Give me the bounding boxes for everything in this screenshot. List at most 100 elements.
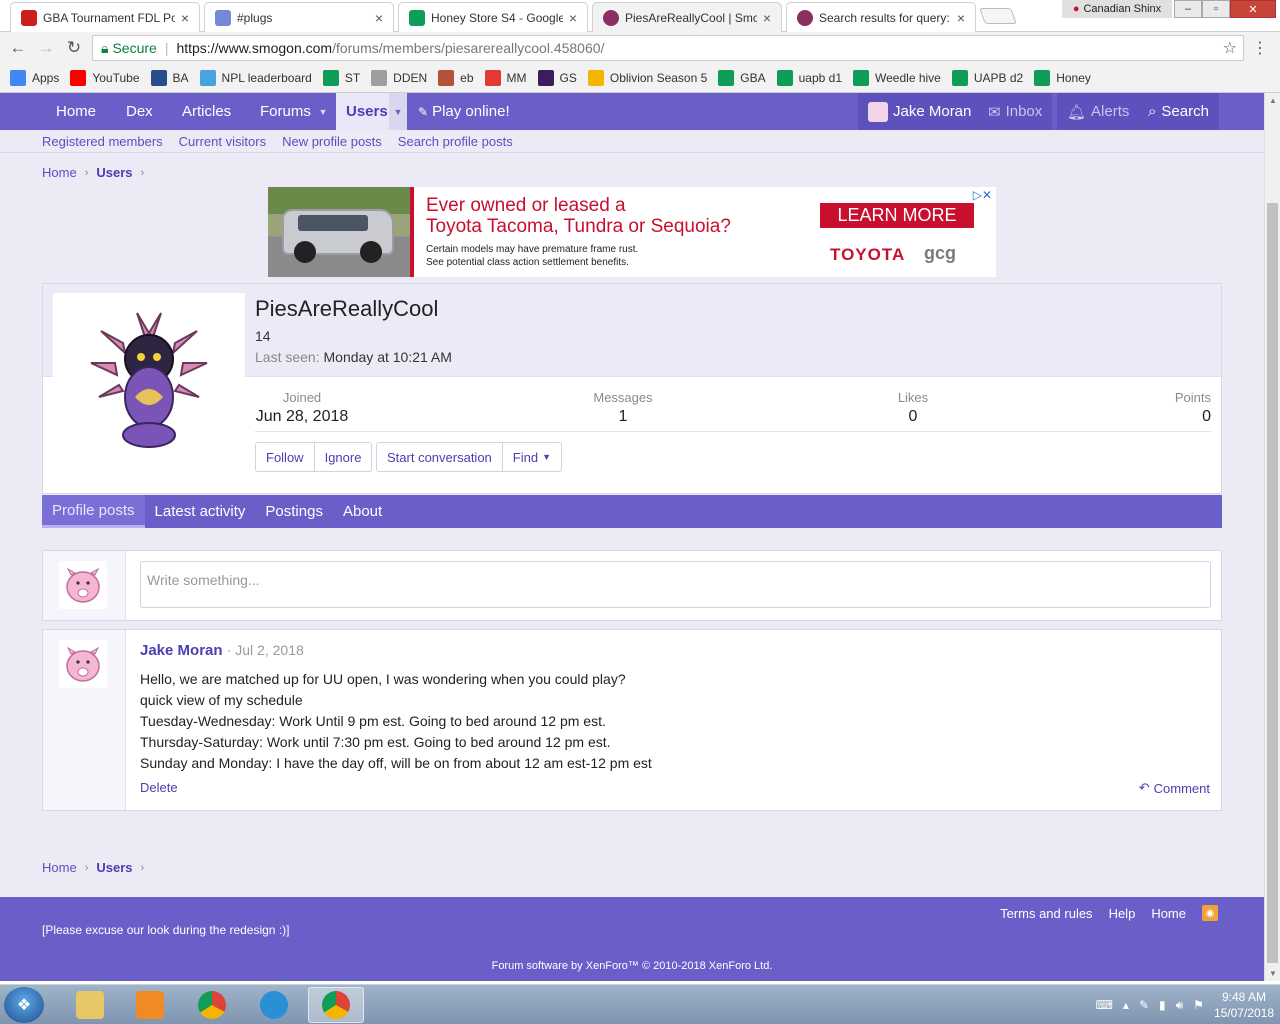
taskbar-media-player[interactable] [122, 987, 178, 1023]
taskbar-explorer[interactable] [62, 987, 118, 1023]
subnav-registered-members[interactable]: Registered members [42, 134, 163, 149]
bookmark-star-icon[interactable]: ☆ [1223, 38, 1237, 58]
close-tab-icon[interactable]: × [181, 10, 189, 26]
back-arrow-icon[interactable]: ← [4, 34, 32, 62]
bookmark-item[interactable]: Honey [1034, 70, 1091, 86]
nav-dex[interactable]: Dex [116, 93, 163, 130]
stat-points[interactable]: Points 0 [1165, 390, 1221, 426]
footer-copyright[interactable]: Forum software by XenForo™ © 2010-2018 X… [0, 960, 1264, 972]
nav-alerts[interactable]: 🔔︎ Alerts [1057, 93, 1140, 130]
write-something-input[interactable]: Write something... [140, 561, 1211, 608]
clock[interactable]: 9:48 AM 15/07/2018 [1214, 989, 1274, 1021]
bookmark-item[interactable]: UAPB d2 [951, 70, 1023, 86]
bookmark-item[interactable]: MM [484, 70, 527, 86]
ad-learn-more-button[interactable]: LEARN MORE [820, 203, 974, 228]
bookmark-item[interactable]: eb [438, 70, 474, 86]
forums-dropdown-icon[interactable]: ▼ [314, 93, 332, 130]
show-hidden-icons-icon[interactable]: ▴ [1123, 998, 1129, 1012]
browser-tab[interactable]: #plugs × [204, 2, 394, 32]
minimize-button[interactable]: – [1174, 0, 1202, 18]
scroll-up-icon[interactable]: ▲ [1269, 96, 1277, 105]
subnav-current-visitors[interactable]: Current visitors [179, 134, 266, 149]
browser-tab[interactable]: Honey Store S4 - Google × [398, 2, 588, 32]
tab-about[interactable]: About [333, 495, 392, 528]
stat-messages[interactable]: Messages 1 [583, 390, 663, 426]
close-tab-icon[interactable]: × [375, 10, 383, 26]
nav-user-account[interactable]: Jake Moran [858, 93, 982, 130]
bookmark-item[interactable]: GS [537, 70, 577, 86]
profile-avatar[interactable] [53, 293, 245, 485]
nav-home[interactable]: Home [46, 93, 106, 130]
action-center-icon[interactable]: ⚑ [1193, 998, 1204, 1012]
network-icon[interactable]: ▮ [1159, 998, 1166, 1012]
browser-tab-active[interactable]: PiesAreReallyCool | Smog × [592, 2, 782, 32]
post-author-name[interactable]: Jake Moran [140, 642, 223, 659]
bookmark-item[interactable]: YouTube [70, 70, 140, 86]
tab-postings[interactable]: Postings [255, 495, 333, 528]
tab-profile-posts[interactable]: Profile posts [42, 495, 145, 528]
breadcrumb-home[interactable]: Home [42, 860, 77, 875]
footer-help-link[interactable]: Help [1109, 906, 1136, 921]
start-button[interactable]: ❖ [4, 987, 44, 1023]
follow-button[interactable]: Follow [255, 442, 315, 472]
menu-kebab-icon[interactable]: ⋮ [1252, 38, 1268, 58]
rss-icon[interactable]: ◉ [1202, 905, 1218, 921]
bookmark-item[interactable]: uapb d1 [776, 70, 842, 86]
maximize-button[interactable]: ▫ [1202, 0, 1230, 18]
current-user-avatar[interactable] [59, 561, 107, 609]
nav-users[interactable]: Users [336, 93, 390, 130]
keyboard-icon[interactable]: ⌨ [1096, 998, 1113, 1012]
taskbar-internet-explorer[interactable] [246, 987, 302, 1023]
breadcrumb-users[interactable]: Users [96, 165, 132, 180]
nav-search[interactable]: ⌕ Search [1138, 93, 1219, 130]
breadcrumb-users[interactable]: Users [96, 860, 132, 875]
browser-profile-badge[interactable]: ● Canadian Shinx [1062, 0, 1172, 18]
find-button[interactable]: Find ▼ [502, 442, 562, 472]
nav-play-online[interactable]: ✎ Play online! [408, 93, 520, 130]
close-tab-icon[interactable]: × [763, 10, 771, 26]
subnav-search-profile-posts[interactable]: Search profile posts [398, 134, 513, 149]
forward-arrow-icon[interactable]: → [32, 34, 60, 62]
bookmark-item[interactable]: GBA [718, 70, 766, 86]
browser-tab[interactable]: GBA Tournament FDL Po × [10, 2, 200, 32]
secure-indicator[interactable]: 🔒︎ Secure [101, 40, 157, 57]
nav-articles[interactable]: Articles [172, 93, 241, 130]
nav-forums[interactable]: Forums [250, 93, 321, 130]
subnav-new-profile-posts[interactable]: New profile posts [282, 134, 382, 149]
page-scrollbar[interactable]: ▲ ▼ [1264, 93, 1280, 981]
delete-link[interactable]: Delete [140, 780, 178, 795]
tools-icon[interactable]: ✎ [1139, 998, 1149, 1012]
bookmark-item[interactable]: Apps [10, 70, 59, 86]
scrollbar-thumb[interactable] [1267, 203, 1278, 963]
scroll-down-icon[interactable]: ▼ [1269, 969, 1277, 978]
close-window-button[interactable]: ✕ [1230, 0, 1276, 18]
bookmark-item[interactable]: DDEN [371, 70, 427, 86]
taskbar-chrome-active[interactable] [308, 987, 364, 1023]
advertisement-banner[interactable]: Ever owned or leased a Toyota Tacoma, Tu… [268, 187, 996, 277]
browser-tab[interactable]: Search results for query: × [786, 2, 976, 32]
tab-latest-activity[interactable]: Latest activity [145, 495, 256, 528]
post-author-avatar[interactable] [59, 640, 107, 688]
footer-terms-link[interactable]: Terms and rules [1000, 906, 1092, 921]
new-tab-button[interactable] [979, 8, 1017, 24]
comment-link[interactable]: ↶ Comment [1139, 780, 1210, 796]
ignore-button[interactable]: Ignore [314, 442, 373, 472]
bookmark-item[interactable]: Oblivion Season 5 [587, 70, 707, 86]
close-tab-icon[interactable]: × [957, 10, 965, 26]
nav-inbox[interactable]: ✉ Inbox [978, 93, 1053, 130]
taskbar-chrome-profile[interactable] [184, 987, 240, 1023]
ad-choices-icon[interactable]: ▷✕ [973, 188, 992, 202]
post-date[interactable]: · Jul 2, 2018 [227, 642, 304, 658]
footer-home-link[interactable]: Home [1151, 906, 1186, 921]
users-dropdown-icon[interactable]: ▼ [389, 93, 407, 130]
bookmark-item[interactable]: ST [322, 70, 360, 86]
bookmark-item[interactable]: NPL leaderboard [199, 70, 312, 86]
start-conversation-button[interactable]: Start conversation [376, 442, 503, 472]
address-bar[interactable]: 🔒︎ Secure | https://www.smogon.com /foru… [92, 35, 1244, 61]
reload-icon[interactable]: ↻ [60, 34, 88, 62]
close-tab-icon[interactable]: × [569, 10, 577, 26]
volume-icon[interactable]: 🔊︎ [1176, 998, 1184, 1013]
bookmark-item[interactable]: BA [150, 70, 189, 86]
breadcrumb-home[interactable]: Home [42, 165, 77, 180]
bookmark-item[interactable]: Weedle hive [853, 70, 941, 86]
